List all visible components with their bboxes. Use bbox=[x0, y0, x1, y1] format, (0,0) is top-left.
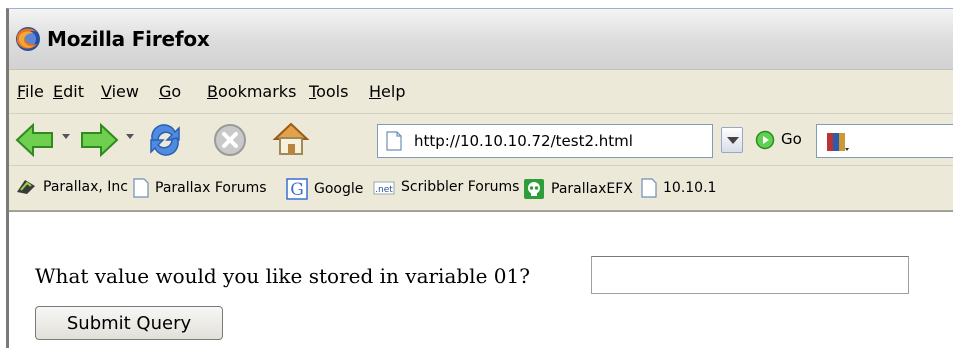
menu-view[interactable]: View bbox=[101, 82, 139, 101]
bookmark-label: Google bbox=[314, 181, 364, 197]
bookmark-label: Parallax, Inc bbox=[43, 179, 128, 195]
go-icon[interactable] bbox=[755, 130, 775, 150]
net-icon: .net bbox=[373, 181, 395, 195]
bookmark-label: ParallaxEFX bbox=[551, 181, 633, 197]
title-bar: Mozilla Firefox bbox=[9, 9, 953, 69]
menu-help[interactable]: Help bbox=[369, 82, 405, 101]
bookmark-label: Scribbler Forums bbox=[401, 179, 520, 195]
back-dropdown-icon[interactable] bbox=[62, 134, 70, 139]
svg-text:.net: .net bbox=[375, 185, 393, 195]
page-content: What value would you like stored in vari… bbox=[9, 211, 953, 348]
back-arrow-icon[interactable] bbox=[15, 122, 55, 158]
search-engine-icon[interactable] bbox=[825, 130, 851, 154]
go-button[interactable]: Go bbox=[781, 130, 802, 148]
firefox-logo-icon bbox=[16, 27, 40, 51]
question-label: What value would you like stored in vari… bbox=[35, 264, 530, 288]
home-icon[interactable] bbox=[271, 119, 311, 159]
bookmark-label: Parallax Forums bbox=[155, 180, 267, 196]
bookmark-parallax-inc[interactable]: Parallax, Inc bbox=[15, 178, 128, 196]
stop-icon[interactable] bbox=[212, 122, 248, 158]
bookmark-scribbler-forums[interactable]: .net Scribbler Forums bbox=[373, 178, 519, 196]
forward-arrow-icon[interactable] bbox=[79, 122, 119, 158]
menu-bar: File Edit View Go Bookmarks Tools Help bbox=[9, 69, 953, 113]
url-text: http://10.10.10.72/test2.html bbox=[414, 132, 633, 150]
menu-bookmarks[interactable]: Bookmarks bbox=[207, 82, 296, 101]
skull-icon bbox=[524, 179, 544, 199]
submit-query-button[interactable]: Submit Query bbox=[35, 306, 223, 340]
page-icon bbox=[133, 178, 149, 198]
url-history-dropdown-button[interactable] bbox=[721, 127, 743, 153]
browser-window: Mozilla Firefox File Edit View Go Bookma… bbox=[6, 8, 953, 348]
search-box[interactable] bbox=[816, 124, 953, 158]
navigation-toolbar: http://10.10.10.72/test2.html Go bbox=[9, 113, 953, 165]
bookmark-10-10-1[interactable]: 10.10.1 bbox=[641, 178, 716, 198]
bookmark-label: 10.10.1 bbox=[663, 180, 717, 196]
menu-edit[interactable]: Edit bbox=[53, 82, 84, 101]
window-title: Mozilla Firefox bbox=[47, 27, 210, 51]
parallax-icon bbox=[17, 180, 35, 194]
bookmark-parallaxefx[interactable]: ParallaxEFX bbox=[523, 178, 633, 200]
google-icon: G bbox=[286, 178, 308, 200]
forward-dropdown-icon[interactable] bbox=[126, 134, 134, 139]
bookmark-parallax-forums[interactable]: Parallax Forums bbox=[133, 178, 267, 198]
page-icon bbox=[641, 178, 657, 198]
page-icon bbox=[386, 131, 402, 151]
svg-text:G: G bbox=[290, 180, 304, 200]
address-bar[interactable]: http://10.10.10.72/test2.html bbox=[377, 124, 713, 158]
menu-go[interactable]: Go bbox=[159, 82, 181, 101]
bookmark-google[interactable]: G Google bbox=[286, 178, 363, 200]
menu-file[interactable]: File bbox=[17, 82, 44, 101]
reload-icon[interactable] bbox=[145, 120, 185, 160]
variable-value-input[interactable] bbox=[591, 256, 909, 294]
menu-tools[interactable]: Tools bbox=[309, 82, 348, 101]
bookmarks-toolbar: Parallax, Inc Parallax Forums G Google .… bbox=[9, 165, 953, 211]
